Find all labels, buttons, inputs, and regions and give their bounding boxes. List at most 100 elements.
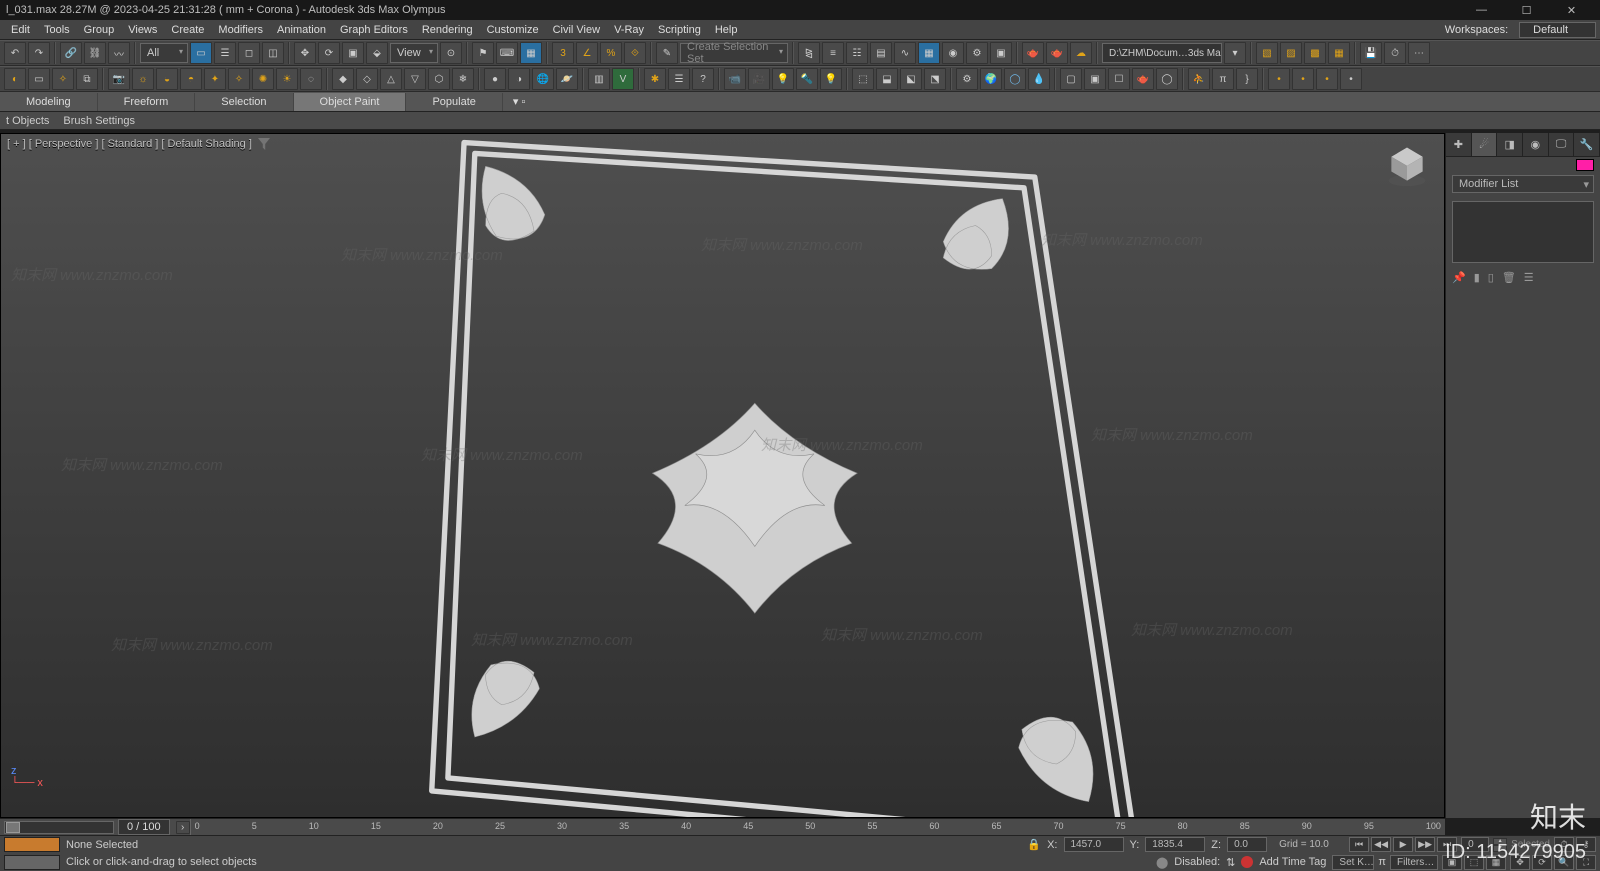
y-coord-field[interactable]: 1835.4 xyxy=(1145,837,1205,852)
light-sky-icon[interactable]: ✺ xyxy=(252,68,274,90)
curve-editor-button[interactable]: ∿ xyxy=(894,42,916,64)
toggle-ribbon-button[interactable]: ▤ xyxy=(870,42,892,64)
light-area-icon[interactable]: ◌ xyxy=(300,68,322,90)
helper-1[interactable]: ◆ xyxy=(332,68,354,90)
menu-graph-editors[interactable]: Graph Editors xyxy=(333,22,415,38)
frame-display[interactable]: 0 / 100 xyxy=(118,819,170,835)
util-3[interactable]: ⬕ xyxy=(900,68,922,90)
menu-rendering[interactable]: Rendering xyxy=(415,22,480,38)
dot-row-4[interactable]: • xyxy=(1340,68,1362,90)
prev-frame-button[interactable]: ◀◀ xyxy=(1371,837,1391,852)
dot-row-1[interactable]: • xyxy=(1268,68,1290,90)
modifier-list-dropdown[interactable]: Modifier List xyxy=(1452,175,1594,193)
bulb-icon[interactable]: 💡 xyxy=(772,68,794,90)
bulb2-icon[interactable]: 💡 xyxy=(820,68,842,90)
helper-3[interactable]: △ xyxy=(380,68,402,90)
time-slider[interactable] xyxy=(4,821,114,834)
menu-vray[interactable]: V-Ray xyxy=(607,22,651,38)
menu-animation[interactable]: Animation xyxy=(270,22,333,38)
list-icon[interactable]: ☰ xyxy=(668,68,690,90)
tool-a3[interactable]: ✧ xyxy=(52,68,74,90)
render-in-cloud-button[interactable]: ☁ xyxy=(1070,42,1092,64)
open-file-path[interactable]: D:\ZHM\Docum…3ds Max 202… xyxy=(1102,43,1222,63)
show-end-icon[interactable]: ▮ xyxy=(1474,271,1480,284)
named-selection-set-dropdown[interactable]: Create Selection Set xyxy=(680,43,788,63)
render-frame-button[interactable]: ▣ xyxy=(990,42,1012,64)
scale-button[interactable]: ▣ xyxy=(342,42,364,64)
window-maximize[interactable]: ☐ xyxy=(1504,0,1549,20)
moon-icon[interactable]: ◑ xyxy=(508,68,530,90)
keyboard-shortcut-button[interactable]: ⌨ xyxy=(496,42,518,64)
render-setup-button[interactable]: ⚙ xyxy=(966,42,988,64)
remove-mod-icon[interactable]: 🗑 xyxy=(1502,271,1516,284)
dot-row-3[interactable]: • xyxy=(1316,68,1338,90)
cmd-tab-hierarchy[interactable]: ◨ xyxy=(1497,133,1523,156)
viewport-perspective[interactable]: [ + ] [ Perspective ] [ Standard ] [ Def… xyxy=(0,133,1445,818)
ribbon-sub-objects[interactable]: t Objects xyxy=(6,115,49,127)
pi-icon[interactable]: π xyxy=(1212,68,1234,90)
lock-icon[interactable]: 🔒 xyxy=(1027,838,1041,851)
menu-views[interactable]: Views xyxy=(121,22,164,38)
frame-1-icon[interactable]: ▢ xyxy=(1060,68,1082,90)
pin-stack-icon[interactable]: 📌 xyxy=(1452,271,1466,284)
misc-button[interactable]: ⋯ xyxy=(1408,42,1430,64)
gear-icon[interactable]: ⚙ xyxy=(956,68,978,90)
next-frame-button[interactable]: ▶▶ xyxy=(1415,837,1435,852)
make-unique-icon[interactable]: ▯ xyxy=(1488,271,1494,284)
ribbon-tab-object-paint[interactable]: Object Paint xyxy=(294,93,407,111)
link-button[interactable]: 🔗 xyxy=(60,42,82,64)
ribbon-toggle-icon[interactable]: ▾ ▫ xyxy=(513,95,525,108)
render-production-button[interactable]: 🫖 xyxy=(1022,42,1044,64)
save-button[interactable]: 💾 xyxy=(1360,42,1382,64)
ribbon-sub-brush[interactable]: Brush Settings xyxy=(63,115,135,127)
frame-3-icon[interactable]: ☐ xyxy=(1108,68,1130,90)
vray-icon[interactable]: V xyxy=(612,68,634,90)
menu-civil-view[interactable]: Civil View xyxy=(546,22,607,38)
spinner-snap-button[interactable]: ⟐ xyxy=(624,42,646,64)
cmd-tab-display[interactable]: 🖵 xyxy=(1549,133,1575,156)
cmd-tab-utilities[interactable]: 🔧 xyxy=(1574,133,1600,156)
move-button[interactable]: ✥ xyxy=(294,42,316,64)
layer-explorer-button[interactable]: ☷ xyxy=(846,42,868,64)
model-ceiling-panel[interactable] xyxy=(1,134,1444,818)
cmd-tab-motion[interactable]: ◉ xyxy=(1523,133,1549,156)
person-icon[interactable]: ⛹ xyxy=(1188,68,1210,90)
globe-icon[interactable]: 🌐 xyxy=(532,68,554,90)
x-coord-field[interactable]: 1457.0 xyxy=(1064,837,1124,852)
menu-scripting[interactable]: Scripting xyxy=(651,22,708,38)
pi-status-icon[interactable]: π xyxy=(1378,856,1386,868)
cam-tool-2[interactable]: 🎥 xyxy=(748,68,770,90)
ribbon-tab-modeling[interactable]: Modeling xyxy=(0,93,98,111)
util-1[interactable]: ⬚ xyxy=(852,68,874,90)
select-manipulate-button[interactable]: ⚑ xyxy=(472,42,494,64)
snap-3-button[interactable]: 3 xyxy=(552,42,574,64)
snap-toggle-button[interactable]: ▦ xyxy=(520,42,542,64)
teapot-icon[interactable]: 🫖 xyxy=(1132,68,1154,90)
helper-5[interactable]: ⬡ xyxy=(428,68,450,90)
z-coord-field[interactable]: 0.0 xyxy=(1227,837,1267,852)
ring-icon[interactable]: ◯ xyxy=(1004,68,1026,90)
camera-icon[interactable]: 📷 xyxy=(108,68,130,90)
light-free-icon[interactable]: ✦ xyxy=(204,68,226,90)
percent-snap-button[interactable]: % xyxy=(600,42,622,64)
rotate-button[interactable]: ⟳ xyxy=(318,42,340,64)
particle-icon[interactable]: ✱ xyxy=(644,68,666,90)
mirror-button[interactable]: ⧎ xyxy=(798,42,820,64)
helper-4[interactable]: ▽ xyxy=(404,68,426,90)
menu-help[interactable]: Help xyxy=(708,22,745,38)
material-editor-button[interactable]: ◉ xyxy=(942,42,964,64)
align-tool-3[interactable]: ▩ xyxy=(1304,42,1326,64)
key-filters-button[interactable]: Filters… xyxy=(1390,855,1438,870)
render-iterative-button[interactable]: 🫖 xyxy=(1046,42,1068,64)
tool-a4[interactable]: ⧉ xyxy=(76,68,98,90)
workspaces-dropdown[interactable]: Default xyxy=(1519,22,1596,38)
align-tool-4[interactable]: ▦ xyxy=(1328,42,1350,64)
edit-named-sel-button[interactable]: ✎ xyxy=(656,42,678,64)
ribbon-tab-freeform[interactable]: Freeform xyxy=(98,93,196,111)
window-close[interactable]: ✕ xyxy=(1549,0,1594,20)
cam-tool-1[interactable]: 📹 xyxy=(724,68,746,90)
ref-coord-dropdown[interactable]: View xyxy=(390,43,438,63)
select-object-button[interactable]: ▭ xyxy=(190,42,212,64)
select-region-button[interactable]: ◻ xyxy=(238,42,260,64)
goto-start-button[interactable]: ⏮ xyxy=(1349,837,1369,852)
